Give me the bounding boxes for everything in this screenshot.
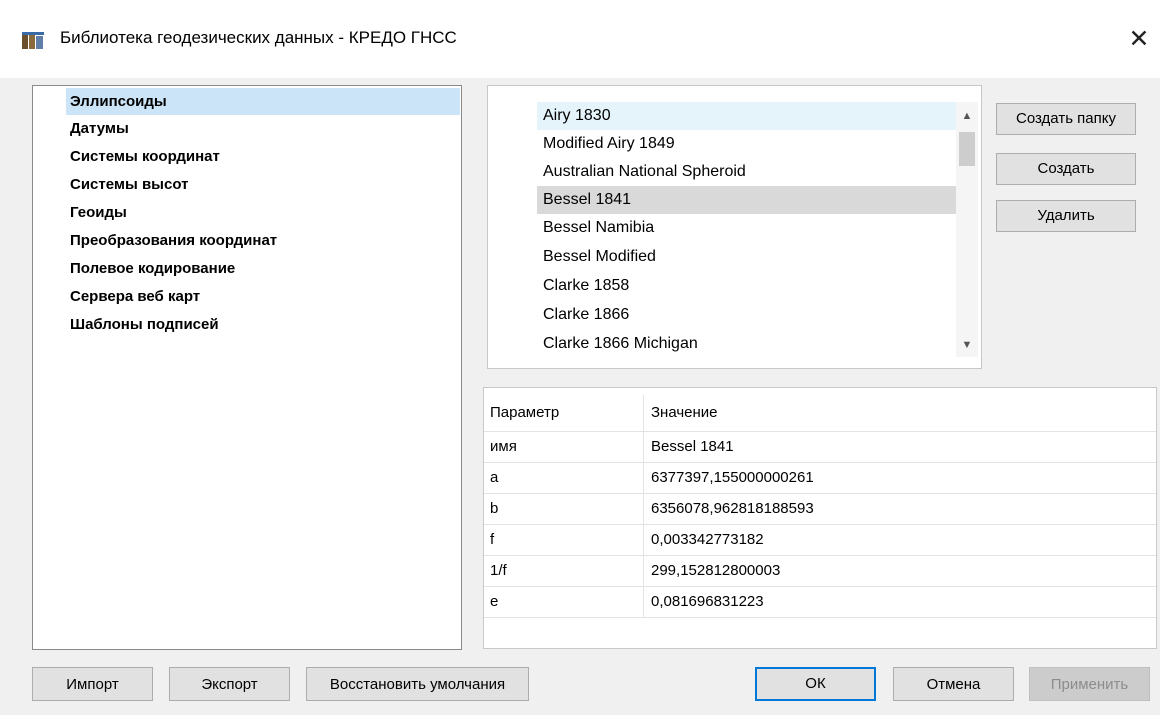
- parameters-grid: Параметр Значение имя Bessel 1841 a 6377…: [483, 387, 1157, 649]
- list-item[interactable]: Clarke 1866: [537, 301, 960, 329]
- scroll-thumb[interactable]: [959, 132, 975, 166]
- table-row[interactable]: b 6356078,962818188593: [484, 494, 1156, 525]
- ok-button[interactable]: ОК: [755, 667, 876, 701]
- list-item[interactable]: Clarke 1858: [537, 272, 960, 300]
- nav-item-field-coding[interactable]: Полевое кодирование: [66, 255, 460, 282]
- param-cell: f: [484, 525, 644, 555]
- list-scrollbar[interactable]: ▲ ▼: [956, 102, 978, 357]
- window-title: Библиотека геодезических данных - КРЕДО …: [60, 28, 457, 47]
- close-icon[interactable]: ✕: [1124, 24, 1154, 54]
- apply-button[interactable]: Применить: [1029, 667, 1150, 701]
- nav-item-label-templates[interactable]: Шаблоны подписей: [66, 311, 460, 338]
- value-cell[interactable]: 0,081696831223: [645, 587, 1155, 617]
- ellipsoid-list[interactable]: Airy 1830 Modified Airy 1849 Australian …: [487, 85, 982, 369]
- nav-item-datums[interactable]: Датумы: [66, 115, 460, 142]
- value-cell[interactable]: Bessel 1841: [645, 432, 1155, 462]
- param-cell: имя: [484, 432, 644, 462]
- restore-defaults-button[interactable]: Восстановить умолчания: [306, 667, 529, 701]
- column-header-value[interactable]: Значение: [645, 395, 1155, 431]
- chevron-up-icon[interactable]: ▲: [956, 106, 978, 126]
- list-item[interactable]: Airy 1830: [537, 102, 960, 130]
- grid-header: Параметр Значение: [484, 395, 1156, 432]
- column-header-param[interactable]: Параметр: [484, 395, 644, 431]
- nav-item-geoids[interactable]: Геоиды: [66, 199, 460, 226]
- nav-item-coordinate-systems[interactable]: Системы координат: [66, 143, 460, 170]
- list-item[interactable]: Bessel 1841: [537, 186, 960, 214]
- chevron-down-icon[interactable]: ▼: [956, 335, 978, 355]
- list-item[interactable]: Clarke 1866 Michigan: [537, 330, 960, 358]
- param-cell: a: [484, 463, 644, 493]
- table-row[interactable]: 1/f 299,152812800003: [484, 556, 1156, 587]
- delete-button[interactable]: Удалить: [996, 200, 1136, 232]
- param-cell: e: [484, 587, 644, 617]
- create-folder-button[interactable]: Создать папку: [996, 103, 1136, 135]
- table-row[interactable]: f 0,003342773182: [484, 525, 1156, 556]
- value-cell[interactable]: 299,152812800003: [645, 556, 1155, 586]
- cancel-button[interactable]: Отмена: [893, 667, 1014, 701]
- list-item[interactable]: Australian National Spheroid: [537, 158, 960, 186]
- nav-item-ellipsoids[interactable]: Эллипсоиды: [66, 88, 460, 115]
- table-row[interactable]: e 0,081696831223: [484, 587, 1156, 618]
- list-item[interactable]: Modified Airy 1849: [537, 130, 960, 158]
- nav-item-web-map-servers[interactable]: Сервера веб карт: [66, 283, 460, 310]
- create-button[interactable]: Создать: [996, 153, 1136, 185]
- table-row[interactable]: a 6377397,155000000261: [484, 463, 1156, 494]
- table-row[interactable]: имя Bessel 1841: [484, 432, 1156, 463]
- nav-item-coordinate-transformations[interactable]: Преобразования координат: [66, 227, 460, 254]
- nav-item-height-systems[interactable]: Системы высот: [66, 171, 460, 198]
- value-cell[interactable]: 0,003342773182: [645, 525, 1155, 555]
- param-cell: 1/f: [484, 556, 644, 586]
- category-tree[interactable]: Эллипсоиды Датумы Системы координат Сист…: [32, 85, 462, 650]
- export-button[interactable]: Экспорт: [169, 667, 290, 701]
- title-bar: Библиотека геодезических данных - КРЕДО …: [0, 0, 1160, 78]
- list-item[interactable]: Bessel Modified: [537, 243, 960, 271]
- param-cell: b: [484, 494, 644, 524]
- list-item[interactable]: Bessel Namibia: [537, 214, 960, 242]
- library-icon: [22, 32, 44, 49]
- value-cell[interactable]: 6377397,155000000261: [645, 463, 1155, 493]
- value-cell[interactable]: 6356078,962818188593: [645, 494, 1155, 524]
- import-button[interactable]: Импорт: [32, 667, 153, 701]
